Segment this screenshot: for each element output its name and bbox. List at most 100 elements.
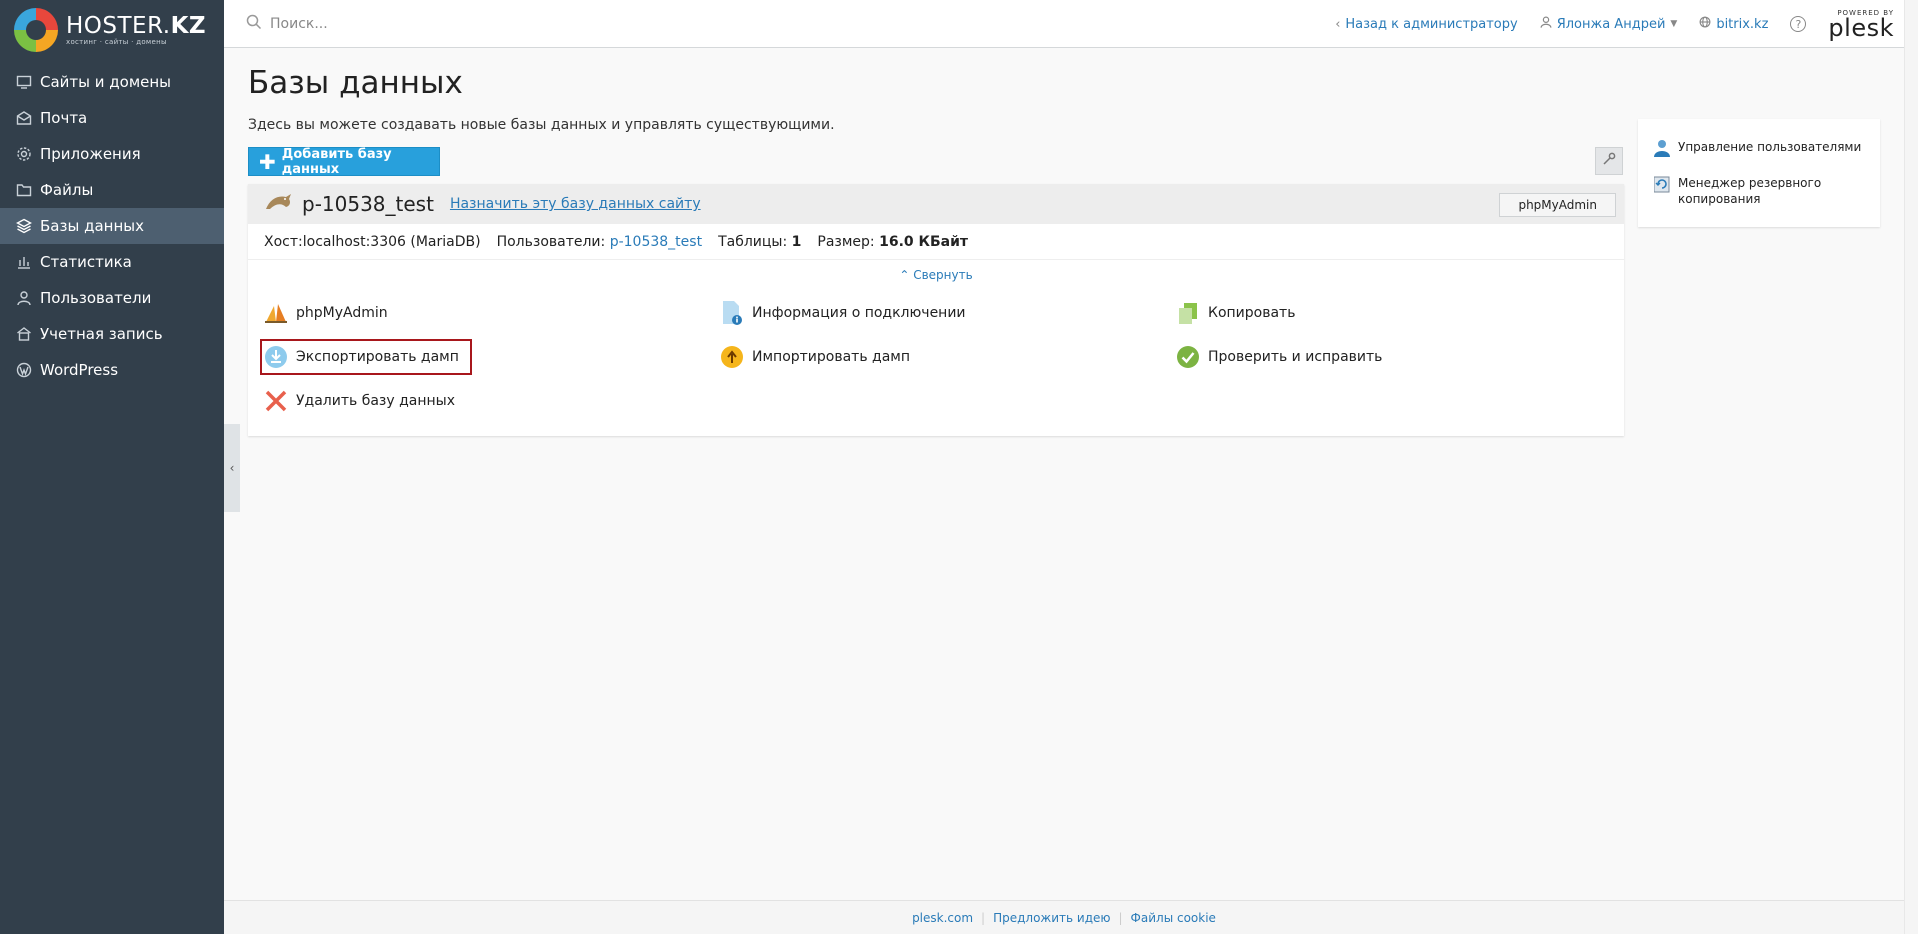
sidebar-item-sites[interactable]: Сайты и домены [0, 64, 224, 100]
mysql-dolphin-icon [264, 191, 294, 217]
phpmyadmin-icon [264, 301, 288, 325]
globe-icon [1699, 16, 1711, 32]
sidebar-item-stats[interactable]: Статистика [0, 244, 224, 280]
user-menu[interactable]: Ялонжа Андрей ▼ [1540, 16, 1678, 32]
sidebar-item-label: Учетная запись [40, 325, 163, 343]
chevron-up-icon: ⌃ [899, 268, 910, 282]
plus-icon: ✚ [259, 149, 276, 174]
check-icon [1176, 345, 1200, 369]
sidebar-nav: Сайты и домены Почта Приложения Файлы Ба… [0, 64, 224, 388]
database-name: p-10538_test [302, 192, 434, 216]
user-management-label: Управление пользователями [1678, 140, 1862, 154]
action-export-dump[interactable]: Экспортировать дамп [260, 339, 472, 375]
action-import-dump[interactable]: Импортировать дамп [718, 339, 1174, 375]
sidebar-item-users[interactable]: Пользователи [0, 280, 224, 316]
mail-icon [16, 110, 32, 126]
header-actions: ‹ Назад к администратору Ялонжа Андрей ▼… [1335, 0, 1894, 48]
database-actions: phpMyAdmin Информация о подключении Копи… [248, 282, 1624, 436]
top-header: ‹ Назад к администратору Ялонжа Андрей ▼… [224, 0, 1918, 48]
action-label: Информация о подключении [752, 305, 966, 321]
sidebar-item-account[interactable]: Учетная запись [0, 316, 224, 352]
search-input[interactable] [270, 15, 570, 32]
sidebar: HOSTER.KZ хостинг · сайты · домены Сайты… [0, 0, 224, 934]
search-icon [246, 14, 262, 34]
chart-icon [16, 254, 32, 270]
brand-logo-icon [14, 8, 58, 52]
backup-icon [1653, 175, 1670, 197]
sidebar-item-label: WordPress [40, 361, 119, 379]
plesk-wordmark: plesk [1828, 14, 1894, 42]
database-info-row: Хост:localhost:3306 (MariaDB) Пользовате… [248, 224, 1624, 260]
sidebar-item-label: Базы данных [40, 217, 144, 235]
database-card-header: p-10538_test Назначить эту базу данных с… [248, 184, 1624, 224]
export-download-icon [264, 345, 288, 369]
sidebar-item-wordpress[interactable]: WordPress [0, 352, 224, 388]
action-copy[interactable]: Копировать [1174, 295, 1630, 331]
plesk-logo: POWERED BY plesk [1828, 9, 1894, 42]
settings-tool-button[interactable] [1595, 147, 1623, 175]
add-database-label: Добавить базу данных [281, 146, 392, 177]
sidebar-item-mail[interactable]: Почта [0, 100, 224, 136]
sidebar-item-label: Пользователи [40, 289, 152, 307]
users-info: Пользователи: p-10538_test [496, 233, 703, 250]
page-title: Базы данных [248, 65, 463, 101]
backup-manager-label: Менеджер резервного копирования [1678, 176, 1822, 206]
host-info: Хост:localhost:3306 (MariaDB) [264, 233, 481, 250]
sidebar-collapse-button[interactable]: ‹ [224, 424, 240, 512]
user-management-link[interactable]: Управление пользователями [1654, 139, 1880, 161]
footer-link-plesk[interactable]: plesk.com [904, 911, 981, 925]
chevron-down-icon: ▼ [1670, 19, 1678, 29]
monitor-icon [16, 74, 32, 90]
sidebar-item-label: Приложения [40, 145, 141, 163]
sidebar-item-label: Сайты и домены [40, 73, 172, 91]
domain-link[interactable]: bitrix.kz [1699, 16, 1768, 32]
sidebar-item-label: Почта [40, 109, 88, 127]
sidebar-item-databases[interactable]: Базы данных [0, 208, 224, 244]
copy-icon [1176, 301, 1200, 325]
footer: plesk.com | Предложить идею | Файлы cook… [224, 900, 1904, 934]
action-phpmyadmin[interactable]: phpMyAdmin [262, 295, 718, 331]
collapse-link[interactable]: ⌃ Свернуть [248, 268, 1624, 282]
page-scrollbar[interactable] [1904, 0, 1918, 934]
action-label: Проверить и исправить [1208, 349, 1383, 365]
footer-link-cookies[interactable]: Файлы cookie [1123, 911, 1224, 925]
collapse-label: Свернуть [913, 268, 973, 282]
action-delete-database[interactable]: Удалить базу данных [262, 383, 718, 419]
chevron-left-icon: ‹ [1335, 16, 1341, 32]
action-connection-info[interactable]: Информация о подключении [718, 295, 1174, 331]
phpmyadmin-button[interactable]: phpMyAdmin [1499, 193, 1616, 217]
chevron-left-icon: ‹ [229, 461, 235, 475]
backup-manager-link[interactable]: Менеджер резервного копирования [1653, 175, 1880, 207]
database-icon [16, 218, 32, 234]
side-panel: Управление пользователями Менеджер резер… [1638, 119, 1880, 227]
size-info: Размер: 16.0 КБайт [817, 233, 969, 250]
database-card: p-10538_test Назначить эту базу данных с… [248, 184, 1624, 436]
connection-info-icon [720, 301, 744, 325]
search-box [246, 14, 646, 34]
footer-link-suggest-idea[interactable]: Предложить идею [985, 911, 1118, 925]
domain-label: bitrix.kz [1716, 16, 1769, 32]
sidebar-item-label: Статистика [40, 253, 132, 271]
back-to-admin-label: Назад к администратору [1345, 16, 1518, 32]
sidebar-item-files[interactable]: Файлы [0, 172, 224, 208]
wrench-icon [1601, 151, 1617, 171]
user-name: Ялонжа Андрей [1556, 16, 1666, 32]
main-content: Базы данных Здесь вы можете создавать но… [248, 48, 1906, 436]
gear-icon [16, 146, 32, 162]
user-icon [16, 290, 32, 306]
action-label: phpMyAdmin [296, 305, 388, 321]
add-database-button[interactable]: ✚ Добавить базу данных [248, 146, 440, 177]
back-to-admin-link[interactable]: ‹ Назад к администратору [1335, 17, 1518, 32]
help-icon[interactable]: ? [1790, 16, 1807, 32]
database-user-link[interactable]: p-10538_test [610, 234, 702, 250]
brand-logo[interactable]: HOSTER.KZ хостинг · сайты · домены [0, 0, 224, 60]
sidebar-item-apps[interactable]: Приложения [0, 136, 224, 172]
action-check-repair[interactable]: Проверить и исправить [1174, 339, 1630, 375]
action-label: Экспортировать дамп [296, 349, 459, 365]
action-label: Удалить базу данных [296, 393, 455, 409]
brand-name: HOSTER.KZ [66, 13, 207, 39]
assign-database-link[interactable]: Назначить эту базу данных сайту [450, 196, 701, 212]
user-management-icon [1654, 139, 1670, 161]
user-icon [1540, 16, 1552, 32]
action-label: Импортировать дамп [752, 349, 911, 365]
